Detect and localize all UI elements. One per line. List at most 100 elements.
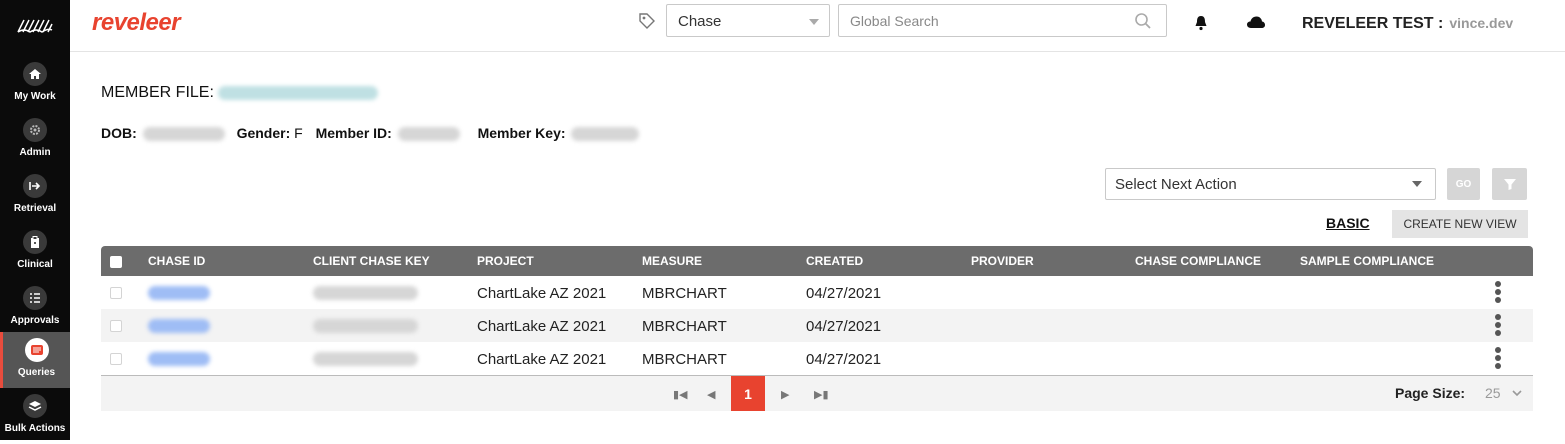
sidebar-item-retrieval[interactable]: Retrieval [0, 168, 70, 224]
queries-icon [24, 338, 49, 362]
global-search-input[interactable] [839, 5, 1119, 36]
redacted-chase-id-link[interactable] [148, 319, 210, 333]
tag-icon[interactable] [638, 12, 656, 35]
project-cell: ChartLake AZ 2021 [477, 318, 607, 335]
redacted-member-name [218, 85, 379, 100]
redacted-member-id [397, 127, 460, 142]
search-scope-select[interactable]: Chase [666, 4, 830, 37]
sidebar-item-queries[interactable]: Queries [0, 332, 70, 388]
user-account[interactable]: REVELEER TEST : vince.dev [1302, 15, 1513, 33]
dob-label: DOB: [101, 125, 137, 141]
column-header[interactable]: PROJECT [477, 254, 534, 268]
gender-value: F [294, 125, 303, 141]
gender-label: Gender: [236, 125, 291, 141]
row-menu-icon[interactable] [1495, 347, 1503, 371]
sidebar-item-clinical[interactable]: Clinical [0, 224, 70, 280]
member-details: DOB: Gender: F Member ID: Member Key: [101, 125, 640, 142]
redacted-client-chase-key [313, 319, 418, 333]
column-header[interactable]: PROVIDER [971, 254, 1034, 268]
row-menu-icon[interactable] [1495, 281, 1503, 305]
measure-cell: MBRCHART [642, 318, 727, 335]
go-button[interactable]: GO [1447, 168, 1480, 200]
row-checkbox[interactable] [110, 320, 122, 332]
redacted-client-chase-key [313, 286, 418, 300]
first-page-icon[interactable]: ▮◀ [673, 388, 688, 401]
column-header[interactable]: SAMPLE COMPLIANCE [1300, 254, 1434, 268]
arrow-right-icon [23, 174, 47, 198]
filter-button[interactable] [1492, 168, 1527, 200]
bell-icon[interactable] [1194, 15, 1208, 36]
sidebar-item-admin[interactable]: Admin [0, 112, 70, 168]
select-all-checkbox[interactable] [110, 256, 122, 268]
basic-view-link[interactable]: BASIC [1326, 215, 1370, 231]
measure-cell: MBRCHART [642, 351, 727, 368]
filter-icon [1503, 179, 1516, 190]
sidebar: My Work Admin Retrieval Clinical Approva… [0, 0, 70, 440]
created-cell: 04/27/2021 [806, 318, 882, 335]
checklist-icon [23, 286, 47, 310]
username: vince.dev [1449, 15, 1514, 31]
top-header: reveleer Chase REVELEER TEST : vince.dev [70, 0, 1565, 52]
create-new-view-button[interactable]: CREATE NEW VIEW [1392, 210, 1528, 238]
chase-grid: CHASE ID CLIENT CHASE KEY PROJECT MEASUR… [101, 246, 1533, 411]
redacted-member-key [571, 127, 640, 142]
current-page-button[interactable]: 1 [731, 376, 765, 411]
member-file-label: MEMBER FILE: [101, 84, 214, 101]
column-header[interactable]: MEASURE [642, 254, 702, 268]
redacted-client-chase-key [313, 352, 418, 366]
clipboard-icon [23, 230, 47, 254]
sidebar-item-label: Clinical [17, 259, 53, 270]
redacted-chase-id-link[interactable] [148, 286, 210, 300]
search-scope-value: Chase [678, 13, 722, 30]
sidebar-item-label: Queries [17, 367, 56, 378]
table-row: ChartLake AZ 2021 MBRCHART 04/27/2021 [101, 276, 1533, 309]
member-file-title: MEMBER FILE: [101, 84, 379, 102]
next-action-select[interactable]: Select Next Action [1105, 168, 1436, 200]
chevron-down-icon[interactable] [1511, 386, 1523, 404]
sidebar-item-label: My Work [14, 91, 56, 102]
row-checkbox[interactable] [110, 287, 122, 299]
sidebar-item-label: Retrieval [13, 203, 57, 214]
sidebar-item-bulk-actions[interactable]: Bulk Actions [0, 388, 70, 444]
column-header[interactable]: CHASE ID [148, 254, 205, 268]
table-row: ChartLake AZ 2021 MBRCHART 04/27/2021 [101, 309, 1533, 342]
sidebar-item-approvals[interactable]: Approvals [0, 280, 70, 336]
brand-logo[interactable]: reveleer [92, 9, 181, 37]
last-page-icon[interactable]: ▶▮ [814, 388, 829, 401]
previous-page-icon[interactable]: ◀ [707, 388, 715, 401]
measure-cell: MBRCHART [642, 285, 727, 302]
redacted-dob [142, 127, 225, 142]
home-icon [23, 62, 47, 86]
column-header[interactable]: CHASE COMPLIANCE [1135, 254, 1261, 268]
sidebar-item-my-work[interactable]: My Work [0, 56, 70, 112]
column-header[interactable]: CREATED [806, 254, 863, 268]
page-size-label: Page Size: [1395, 385, 1466, 401]
layers-icon [23, 394, 47, 418]
org-name: REVELEER TEST : [1302, 15, 1444, 32]
cloud-icon[interactable] [1246, 15, 1266, 34]
member-id-label: Member ID: [315, 125, 392, 141]
chevron-down-icon [809, 19, 819, 25]
pager: ▮◀ ◀ 1 ▶ ▶▮ Page Size: 25 [101, 375, 1533, 411]
next-action-placeholder: Select Next Action [1115, 176, 1237, 193]
next-page-icon[interactable]: ▶ [781, 388, 789, 401]
app-logo-icon[interactable] [0, 0, 70, 52]
gear-icon [23, 118, 47, 142]
sidebar-item-label: Bulk Actions [4, 423, 66, 434]
table-row: ChartLake AZ 2021 MBRCHART 04/27/2021 [101, 342, 1533, 375]
page-size-select[interactable]: 25 [1485, 385, 1501, 401]
project-cell: ChartLake AZ 2021 [477, 351, 607, 368]
chevron-down-icon [1412, 181, 1422, 187]
project-cell: ChartLake AZ 2021 [477, 285, 607, 302]
sidebar-item-label: Admin [19, 147, 51, 158]
grid-header: CHASE ID CLIENT CHASE KEY PROJECT MEASUR… [101, 246, 1533, 276]
search-icon[interactable] [1134, 12, 1152, 35]
row-checkbox[interactable] [110, 353, 122, 365]
redacted-chase-id-link[interactable] [148, 352, 210, 366]
sidebar-item-label: Approvals [10, 315, 60, 326]
member-key-label: Member Key: [477, 125, 566, 141]
row-menu-icon[interactable] [1495, 314, 1503, 338]
column-header[interactable]: CLIENT CHASE KEY [313, 254, 430, 268]
created-cell: 04/27/2021 [806, 351, 882, 368]
created-cell: 04/27/2021 [806, 285, 882, 302]
